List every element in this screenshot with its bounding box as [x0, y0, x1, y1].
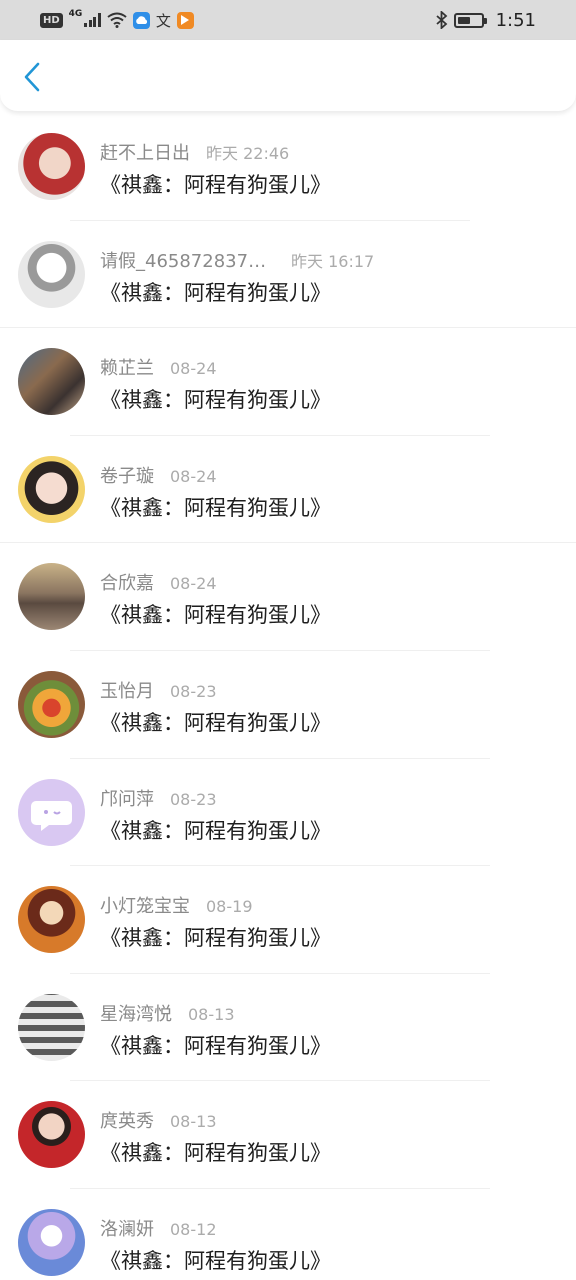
avatar-anime-fantasy-art[interactable]: [18, 1208, 85, 1276]
back-button[interactable]: [18, 62, 46, 92]
name-line: 玉怡月 08-23: [100, 677, 217, 703]
status-bar-left: HD 4G 文: [40, 9, 194, 31]
list-item[interactable]: 合欣嘉 08-24 《祺鑫：阿程有狗蛋儿》: [0, 543, 576, 651]
message-preview: 《祺鑫：阿程有狗蛋儿》: [100, 926, 331, 951]
avatar-food-photo[interactable]: [18, 670, 85, 738]
user-name: 小灯笼宝宝: [100, 896, 190, 918]
name-line: 小灯笼宝宝 08-19: [100, 892, 253, 918]
user-name: 邝问萍: [100, 788, 154, 810]
timestamp: 08-23: [170, 681, 217, 701]
timestamp: 08-24: [170, 359, 217, 379]
timestamp: 08-19: [206, 897, 253, 917]
message-preview: 《祺鑫：阿程有狗蛋儿》: [100, 1033, 331, 1058]
name-line: 洛澜妍 08-12: [100, 1215, 217, 1241]
name-line: 庹英秀 08-13: [100, 1107, 217, 1133]
chevron-left-icon: [24, 62, 40, 92]
avatar-anime-warrior-art[interactable]: [18, 886, 85, 954]
timestamp: 08-24: [170, 466, 217, 486]
list-item[interactable]: 赖芷兰 08-24 《祺鑫：阿程有狗蛋儿》: [0, 328, 576, 436]
hd-badge: HD: [40, 12, 63, 28]
message-preview: 《祺鑫：阿程有狗蛋儿》: [100, 495, 331, 520]
message-preview: 《祺鑫：阿程有狗蛋儿》: [100, 280, 331, 305]
name-line: 星海湾悦 08-13: [100, 1000, 235, 1026]
nav-header: [0, 40, 576, 112]
bluetooth-icon: [435, 11, 447, 29]
user-name: 赶不上日出: [100, 143, 190, 164]
user-name: 玉怡月: [100, 680, 154, 702]
user-name: 星海湾悦: [100, 1003, 172, 1025]
timestamp: 08-13: [170, 1112, 217, 1132]
chat-bubble-icon: [31, 800, 72, 831]
signal-icon: [84, 13, 101, 27]
message-preview: 《祺鑫：阿程有狗蛋儿》: [100, 173, 331, 197]
list-item[interactable]: 洛澜妍 08-12 《祺鑫：阿程有狗蛋儿》: [0, 1189, 576, 1280]
name-line: 赖芷兰 08-24: [100, 354, 217, 380]
user-name: 卷子璇: [100, 465, 154, 487]
clock: 1:51: [495, 9, 536, 31]
timestamp: 08-12: [170, 1219, 217, 1239]
battery-icon: [453, 12, 487, 28]
status-bar: HD 4G 文 1:51: [0, 0, 576, 40]
message-preview: 《祺鑫：阿程有狗蛋儿》: [100, 818, 331, 843]
message-preview: 《祺鑫：阿程有狗蛋儿》: [100, 388, 331, 413]
avatar-user-photo-sea[interactable]: [18, 563, 85, 631]
message-list: 赶不上日出 昨天 22:46 《祺鑫：阿程有狗蛋儿》 请假_4658728378…: [0, 113, 576, 1280]
timestamp: 08-13: [188, 1004, 235, 1024]
avatar-anime-girl-sketch[interactable]: [18, 240, 85, 308]
network-type: 4G: [68, 9, 83, 19]
timestamp: 08-23: [170, 789, 217, 809]
list-item[interactable]: 邝问萍 08-23 《祺鑫：阿程有狗蛋儿》: [0, 759, 576, 867]
user-name: 合欣嘉: [100, 573, 154, 595]
name-line: 请假_4658728378... 昨天 16:17: [100, 247, 374, 273]
list-item[interactable]: 玉怡月 08-23 《祺鑫：阿程有狗蛋儿》: [0, 651, 576, 759]
timestamp: 08-24: [170, 574, 217, 594]
status-bar-right: 1:51: [435, 9, 536, 31]
avatar-user-photo-glasses[interactable]: [18, 455, 85, 523]
name-line: 合欣嘉 08-24: [100, 569, 217, 595]
cloud-app-icon: [132, 11, 150, 29]
message-preview: 《祺鑫：阿程有狗蛋儿》: [100, 603, 331, 628]
video-app-icon: [176, 11, 194, 29]
user-name: 请假_4658728378...: [100, 250, 275, 272]
message-preview: 《祺鑫：阿程有狗蛋儿》: [100, 710, 331, 735]
avatar-user-photo-red-dress[interactable]: [18, 1101, 85, 1169]
wifi-icon: [107, 12, 127, 28]
timestamp: 昨天 22:46: [206, 144, 290, 163]
list-item[interactable]: 小灯笼宝宝 08-19 《祺鑫：阿程有狗蛋儿》: [0, 866, 576, 974]
translate-app-icon: 文: [155, 11, 171, 30]
user-name: 庹英秀: [100, 1111, 154, 1133]
name-line: 邝问萍 08-23: [100, 785, 217, 811]
list-item[interactable]: 庹英秀 08-13 《祺鑫：阿程有狗蛋儿》: [0, 1081, 576, 1189]
name-line: 卷子璇 08-24: [100, 462, 217, 488]
list-item[interactable]: 请假_4658728378... 昨天 16:17 《祺鑫：阿程有狗蛋儿》: [0, 221, 576, 329]
message-preview: 《祺鑫：阿程有狗蛋儿》: [100, 1248, 331, 1273]
list-item[interactable]: 卷子璇 08-24 《祺鑫：阿程有狗蛋儿》: [0, 436, 576, 544]
list-item[interactable]: 星海湾悦 08-13 《祺鑫：阿程有狗蛋儿》: [0, 974, 576, 1082]
avatar-user-photo-striped[interactable]: [18, 993, 85, 1061]
list-item[interactable]: 赶不上日出 昨天 22:46 《祺鑫：阿程有狗蛋儿》: [0, 113, 576, 221]
timestamp: 昨天 16:17: [291, 251, 375, 271]
avatar-user-photo-red-hood[interactable]: [18, 133, 85, 200]
avatar-default-chat-bubble-avatar[interactable]: [18, 778, 85, 846]
avatar-user-photo-group[interactable]: [18, 348, 85, 416]
name-line: 赶不上日出 昨天 22:46: [100, 139, 289, 165]
message-preview: 《祺鑫：阿程有狗蛋儿》: [100, 1141, 331, 1166]
user-name: 洛澜妍: [100, 1218, 154, 1240]
user-name: 赖芷兰: [100, 358, 154, 380]
